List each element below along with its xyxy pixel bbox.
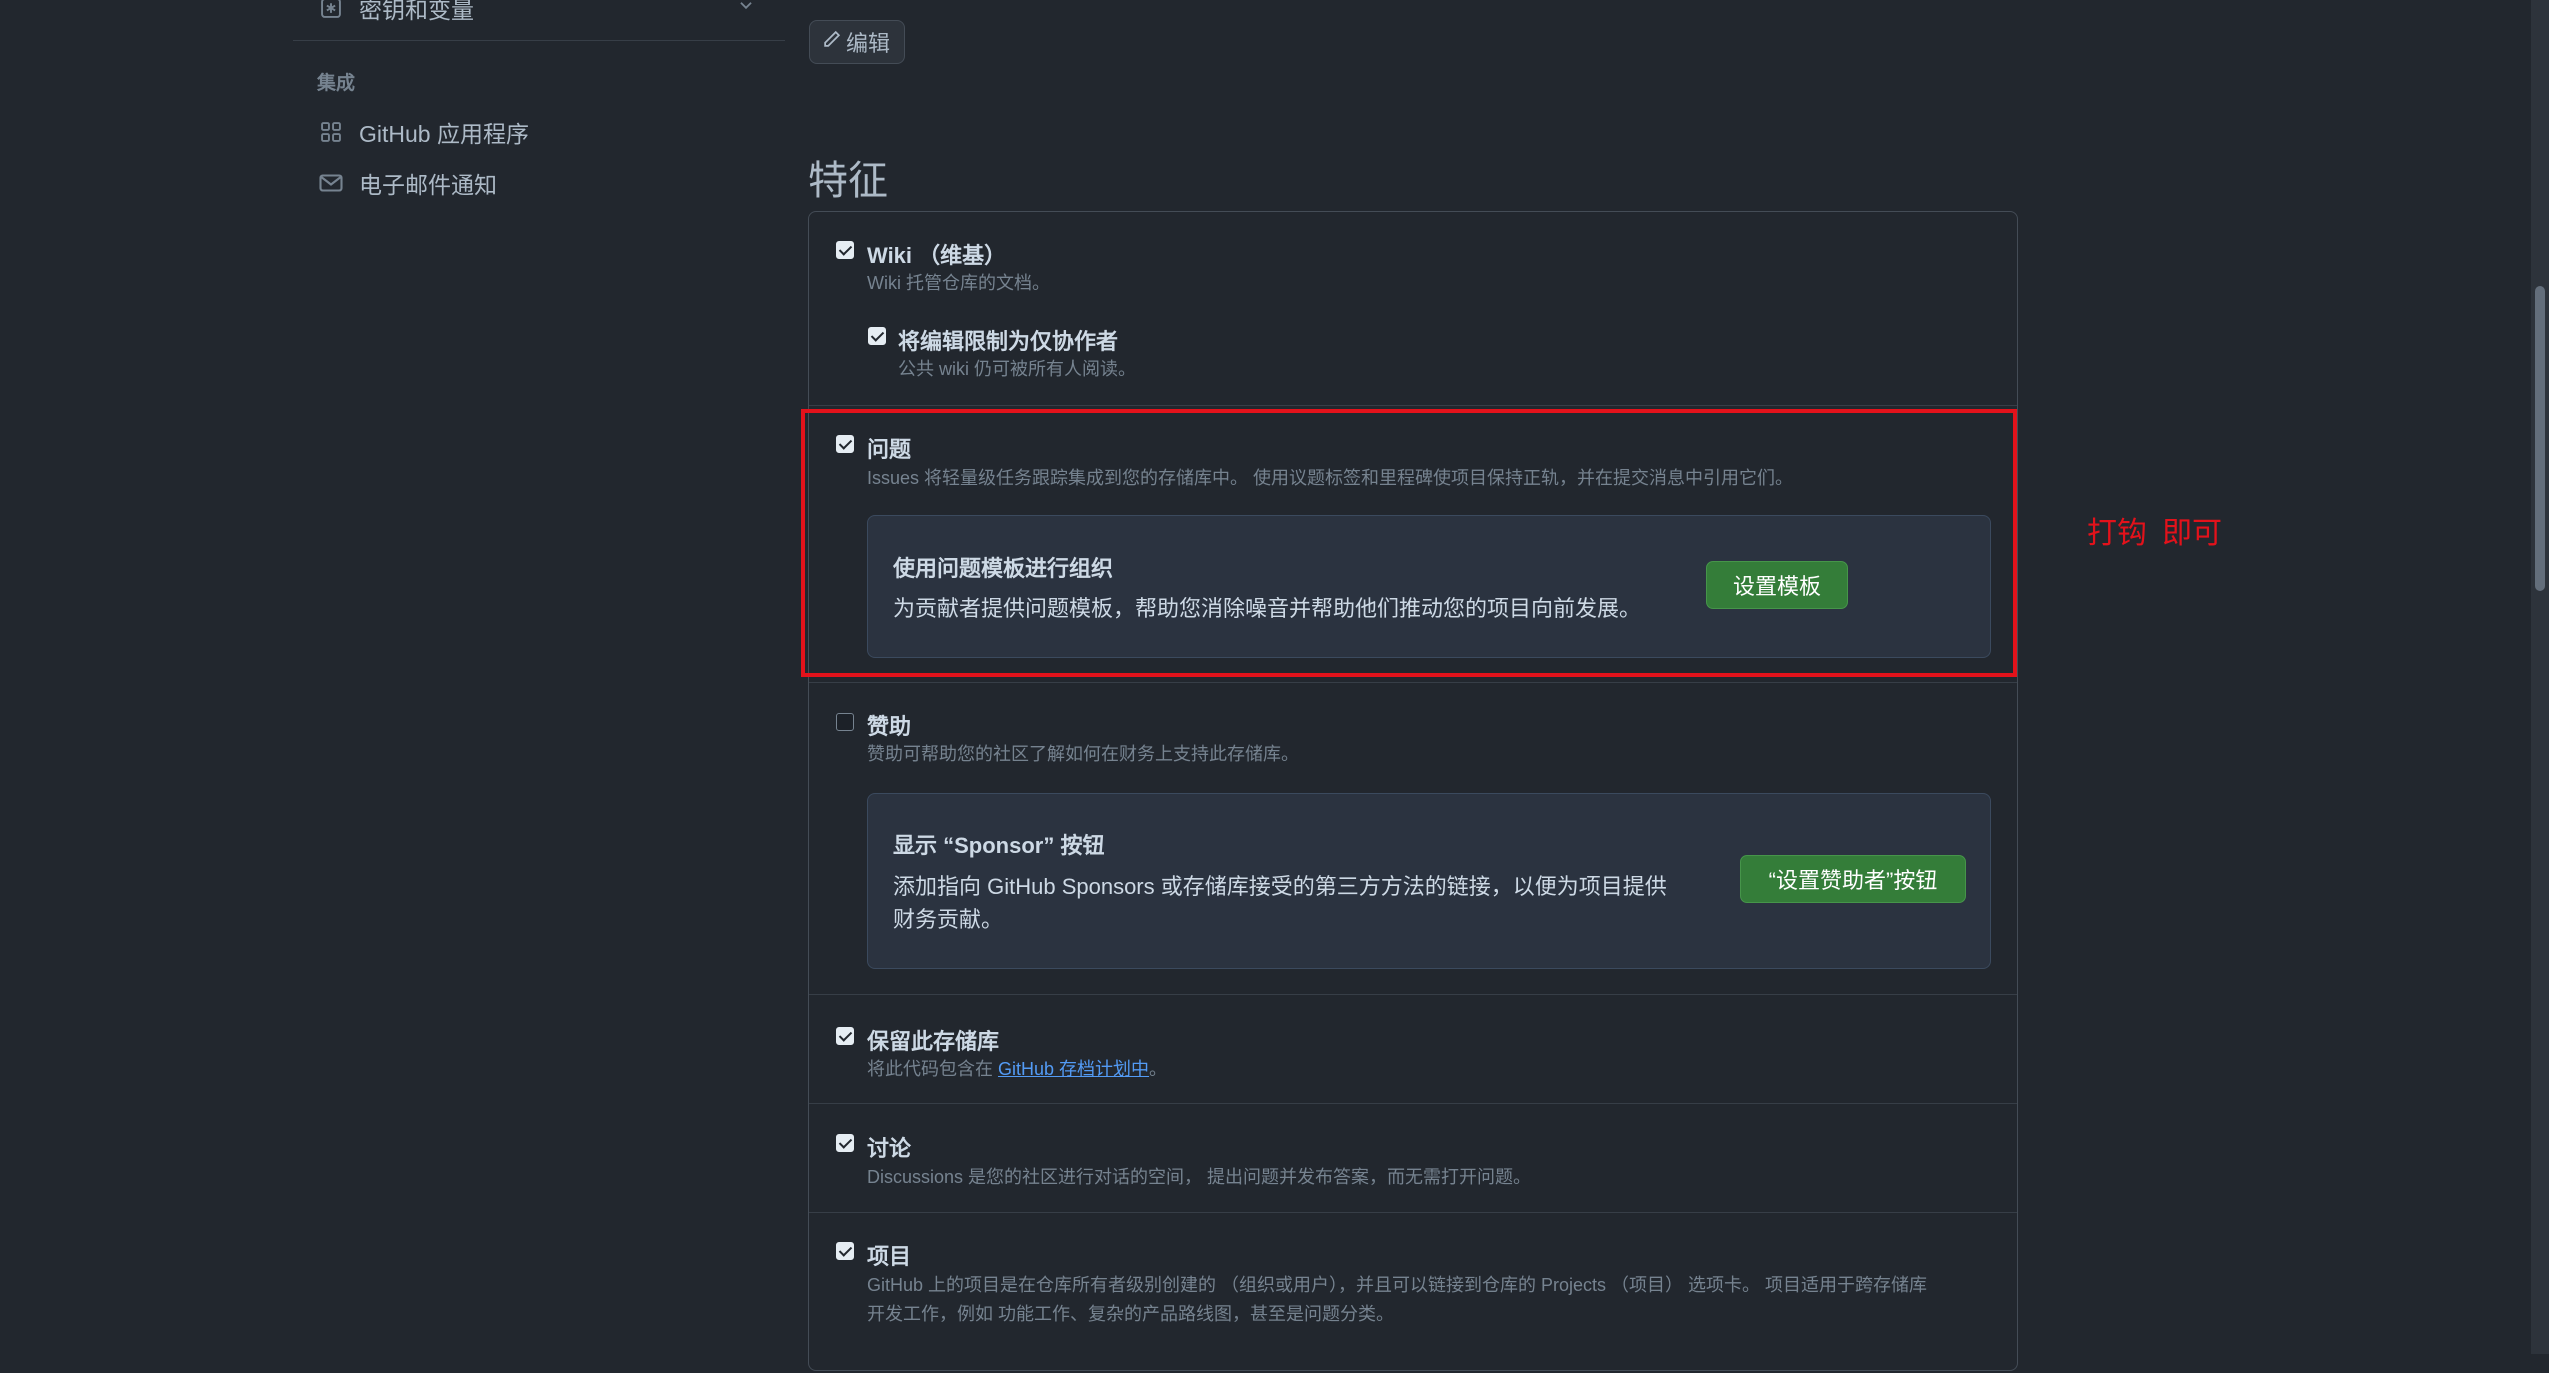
issue-templates-callout: 使用问题模板进行组织 为贡献者提供问题模板，帮助您消除噪音并帮助他们推动您的项目… [867, 515, 1991, 658]
sidebar-integrations-list: GitHub 应用程序 电子邮件通知 [293, 106, 785, 208]
preserve-repository-checkbox[interactable] [836, 1027, 854, 1045]
issues-checkbox[interactable] [836, 435, 854, 453]
feature-description: Discussions 是您的社区进行对话的空间， 提出问题并发布答案，而无需打… [867, 1167, 1532, 1187]
apps-icon [317, 118, 345, 146]
callout-title: 使用问题模板进行组织 [893, 556, 1114, 581]
features-section-title: 特征 [808, 159, 888, 203]
restrict-wiki-editing-checkbox[interactable] [868, 327, 886, 345]
sponsor-button-callout: 显示 “Sponsor” 按钮 添加指向 GitHub Sponsors 或存储… [867, 793, 1991, 969]
callout-description: 为贡献者提供问题模板，帮助您消除噪音并帮助他们推动您的项目向前发展。 [893, 596, 1642, 621]
mail-icon [317, 169, 345, 197]
feature-projects: 项目 GitHub 上的项目是在仓库所有者级别创建的 （组织或用户），并且可以链… [809, 1212, 2017, 1373]
edit-button-label: 编辑 [846, 31, 891, 56]
scrollbar-thumb[interactable] [2535, 286, 2545, 591]
github-archive-program-link[interactable]: GitHub 存档计划中 [998, 1059, 1149, 1079]
sidebar-item-github-apps[interactable]: GitHub 应用程序 [293, 106, 785, 157]
set-up-sponsor-button[interactable]: “设置赞助者”按钮 [1740, 855, 1966, 903]
feature-description: 将此代码包含在 GitHub 存档计划中。 [867, 1055, 1167, 1081]
description-text: 将此代码包含在 [867, 1059, 999, 1079]
feature-sponsorships: 赞助 赞助可帮助您的社区了解如何在财务上支持此存储库。 显示 “Sponsor”… [809, 682, 2017, 995]
pencil-icon [822, 29, 842, 55]
sidebar-section-heading: 集成 [317, 73, 356, 94]
page-scrollbar[interactable] [2531, 0, 2549, 1354]
feature-discussions: 讨论 Discussions 是您的社区进行对话的空间， 提出问题并发布答案，而… [809, 1103, 2017, 1213]
feature-title: 项目 [867, 1244, 912, 1269]
feature-title: 保留此存储库 [867, 1029, 1000, 1054]
feature-description: Wiki 托管仓库的文档。 [867, 273, 1050, 293]
projects-checkbox[interactable] [836, 1242, 854, 1260]
feature-issues: 问题 Issues 将轻量级任务跟踪集成到您的存储库中。 使用议题标签和里程碑使… [809, 405, 2017, 683]
features-list: Wiki （维基） Wiki 托管仓库的文档。 将编辑限制为仅协作者 公共 wi… [808, 211, 2018, 1371]
sidebar-item-label: 电子邮件通知 [359, 171, 497, 198]
feature-title: 问题 [867, 437, 912, 462]
set-up-templates-button[interactable]: 设置模板 [1706, 561, 1848, 609]
feature-description: 赞助可帮助您的社区了解如何在财务上支持此存储库。 [867, 744, 1299, 764]
sidebar-divider [293, 40, 785, 41]
edit-button[interactable]: 编辑 [809, 20, 906, 64]
feature-wiki: Wiki （维基） Wiki 托管仓库的文档。 将编辑限制为仅协作者 公共 wi… [809, 212, 2017, 405]
description-text: 。 [1149, 1059, 1168, 1079]
sidebar-item-label: 密钥和变量 [359, 0, 474, 23]
feature-title: 讨论 [867, 1136, 912, 1161]
feature-subtitle: 将编辑限制为仅协作者 [898, 329, 1119, 354]
feature-description-line2: 开发工作，例如 功能工作、复杂的产品路线图，甚至是问题分类。 [867, 1304, 1394, 1324]
sidebar-item-label: GitHub 应用程序 [359, 120, 529, 147]
wiki-checkbox[interactable] [836, 241, 854, 259]
sponsorships-checkbox[interactable] [836, 713, 854, 731]
asterisk-icon [317, 0, 345, 22]
feature-title: 赞助 [867, 714, 912, 739]
feature-preserve-repository: 保留此存储库 将此代码包含在 GitHub 存档计划中。 [809, 994, 2017, 1104]
feature-description: Issues 将轻量级任务跟踪集成到您的存储库中。 使用议题标签和里程碑使项目保… [867, 468, 1794, 488]
feature-description: GitHub 上的项目是在仓库所有者级别创建的 （组织或用户），并且可以链接到仓… [867, 1275, 1928, 1295]
feature-sub-description: 公共 wiki 仍可被所有人阅读。 [898, 359, 1136, 379]
feature-title: Wiki （维基） [867, 243, 1007, 268]
callout-description: 添加指向 GitHub Sponsors 或存储库接受的第三方方法的链接，以便为… [893, 874, 1667, 932]
callout-title: 显示 “Sponsor” 按钮 [893, 833, 1105, 858]
sidebar-item-email-notifications[interactable]: 电子邮件通知 [293, 157, 785, 208]
annotation-text: 打钩 即可 [2087, 517, 2222, 550]
sidebar-item-secrets[interactable]: 密钥和变量 [293, 0, 785, 33]
chevron-down-icon[interactable] [737, 0, 755, 19]
discussions-checkbox[interactable] [836, 1134, 854, 1152]
